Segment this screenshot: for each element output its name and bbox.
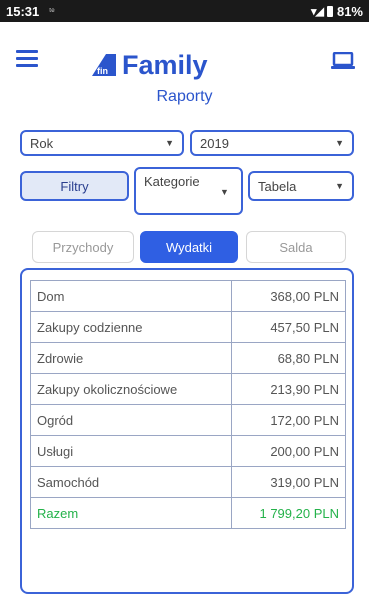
view-select[interactable]: Tabela ▼ bbox=[248, 171, 354, 201]
total-label: Razem bbox=[30, 497, 232, 529]
table-row: Zdrowie 68,80 PLN bbox=[30, 342, 346, 374]
category-select-value: Kategorie bbox=[144, 174, 200, 189]
tab-income[interactable]: Przychody bbox=[32, 231, 134, 263]
category-cell: Samochód bbox=[30, 466, 232, 498]
view-select-value: Tabela bbox=[258, 178, 297, 194]
logo-mark-icon: fin bbox=[92, 54, 116, 76]
year-select-value: 2019 bbox=[200, 135, 229, 151]
category-cell: Zakupy codzienne bbox=[30, 311, 232, 343]
category-cell: Zakupy okolicznościowe bbox=[30, 373, 232, 405]
clock: 15:31 bbox=[6, 3, 40, 19]
carrier-icon: ᵗᵉ bbox=[49, 6, 55, 16]
amount-cell: 457,50 PLN bbox=[231, 311, 346, 343]
amount-cell: 213,90 PLN bbox=[231, 373, 346, 405]
wifi-signal-icon: ▾◢ bbox=[310, 5, 324, 18]
hamburger-menu-icon[interactable] bbox=[16, 50, 38, 68]
filters-button[interactable]: Filtry bbox=[20, 171, 129, 201]
brand-name: Family bbox=[122, 50, 208, 80]
laptop-icon[interactable] bbox=[331, 52, 355, 70]
category-cell: Dom bbox=[30, 280, 232, 312]
status-icons: ▾◢ 81% bbox=[311, 4, 363, 19]
category-cell: Usługi bbox=[30, 435, 232, 467]
category-select[interactable]: Kategorie ▼ bbox=[134, 167, 243, 215]
year-select[interactable]: 2019 ▼ bbox=[190, 130, 354, 156]
total-row: Razem 1 799,20 PLN bbox=[30, 497, 346, 529]
amount-cell: 200,00 PLN bbox=[231, 435, 346, 467]
table-row: Ogród 172,00 PLN bbox=[30, 404, 346, 436]
status-bar: 15:31 ᵗᵉ ▾◢ 81% bbox=[0, 0, 369, 22]
chevron-down-icon: ▼ bbox=[335, 181, 344, 191]
table-row: Zakupy codzienne 457,50 PLN bbox=[30, 311, 346, 343]
period-select-value: Rok bbox=[30, 135, 54, 151]
category-cell: Zdrowie bbox=[30, 342, 232, 374]
period-select[interactable]: Rok ▼ bbox=[20, 130, 184, 156]
amount-cell: 368,00 PLN bbox=[231, 280, 346, 312]
amount-cell: 68,80 PLN bbox=[231, 342, 346, 374]
battery-icon bbox=[326, 5, 333, 17]
table-row: Zakupy okolicznościowe 213,90 PLN bbox=[30, 373, 346, 405]
tab-expenses[interactable]: Wydatki bbox=[140, 231, 238, 263]
amount-cell: 172,00 PLN bbox=[231, 404, 346, 436]
table-row: Usługi 200,00 PLN bbox=[30, 435, 346, 467]
app-logo: fin Family bbox=[88, 50, 208, 80]
table-row: Samochód 319,00 PLN bbox=[30, 466, 346, 498]
total-amount: 1 799,20 PLN bbox=[231, 497, 346, 529]
amount-cell: 319,00 PLN bbox=[231, 466, 346, 498]
page-title: Raporty bbox=[156, 88, 213, 105]
chevron-down-icon: ▼ bbox=[335, 138, 344, 148]
app-header: fin Family Raporty bbox=[0, 22, 369, 114]
chevron-down-icon: ▼ bbox=[165, 138, 174, 148]
expenses-table: Dom 368,00 PLN Zakupy codzienne 457,50 P… bbox=[30, 280, 346, 529]
tab-balance[interactable]: Salda bbox=[246, 231, 346, 263]
logo-mark-text: fin bbox=[97, 66, 108, 76]
table-row: Dom 368,00 PLN bbox=[30, 280, 346, 312]
battery-percent: 81% bbox=[336, 3, 363, 19]
chevron-down-icon: ▼ bbox=[220, 187, 229, 197]
report-panel: Dom 368,00 PLN Zakupy codzienne 457,50 P… bbox=[20, 268, 354, 594]
category-cell: Ogród bbox=[30, 404, 232, 436]
